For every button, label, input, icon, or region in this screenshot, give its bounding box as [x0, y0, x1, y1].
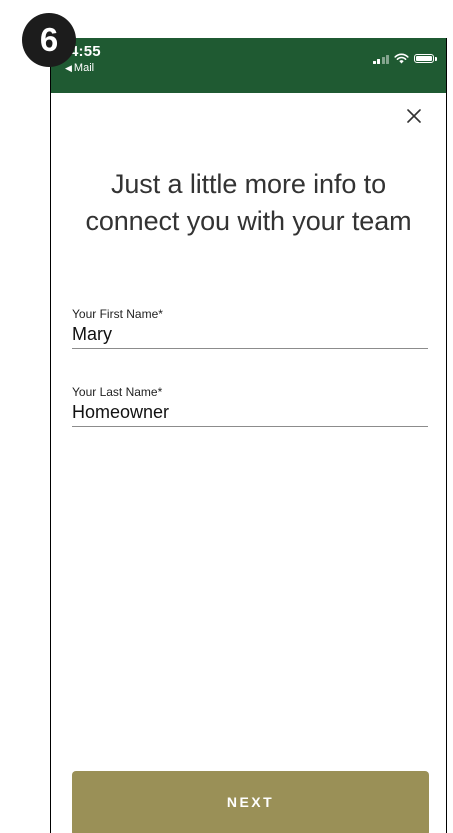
last-name-label: Your Last Name*: [72, 385, 163, 399]
status-icons: [372, 53, 437, 64]
phone-screen: 4:55 ◀ Mail Just a little more info to c…: [50, 38, 447, 833]
close-button[interactable]: [402, 104, 426, 128]
page-title: Just a little more info to connect you w…: [85, 169, 412, 236]
back-to-mail-label: Mail: [73, 62, 95, 74]
page: 6 4:55 ◀ Mail Just a little more info to…: [0, 0, 453, 833]
last-name-field: Your Last Name*: [72, 384, 428, 427]
last-name-input[interactable]: [72, 400, 428, 427]
status-bar: 4:55 ◀ Mail: [51, 38, 446, 93]
back-to-mail-link[interactable]: ◀ Mail: [65, 62, 94, 74]
first-name-label: Your First Name*: [72, 307, 163, 321]
wifi-icon: [394, 53, 409, 64]
battery-icon: [414, 54, 437, 63]
first-name-field: Your First Name*: [72, 306, 428, 349]
first-name-input[interactable]: [72, 322, 428, 349]
step-number-badge: 6: [22, 13, 76, 67]
next-button[interactable]: NEXT: [72, 771, 429, 833]
cellular-signal-icon: [372, 54, 389, 64]
close-icon: [407, 109, 421, 123]
back-arrow-icon: ◀: [65, 62, 72, 73]
